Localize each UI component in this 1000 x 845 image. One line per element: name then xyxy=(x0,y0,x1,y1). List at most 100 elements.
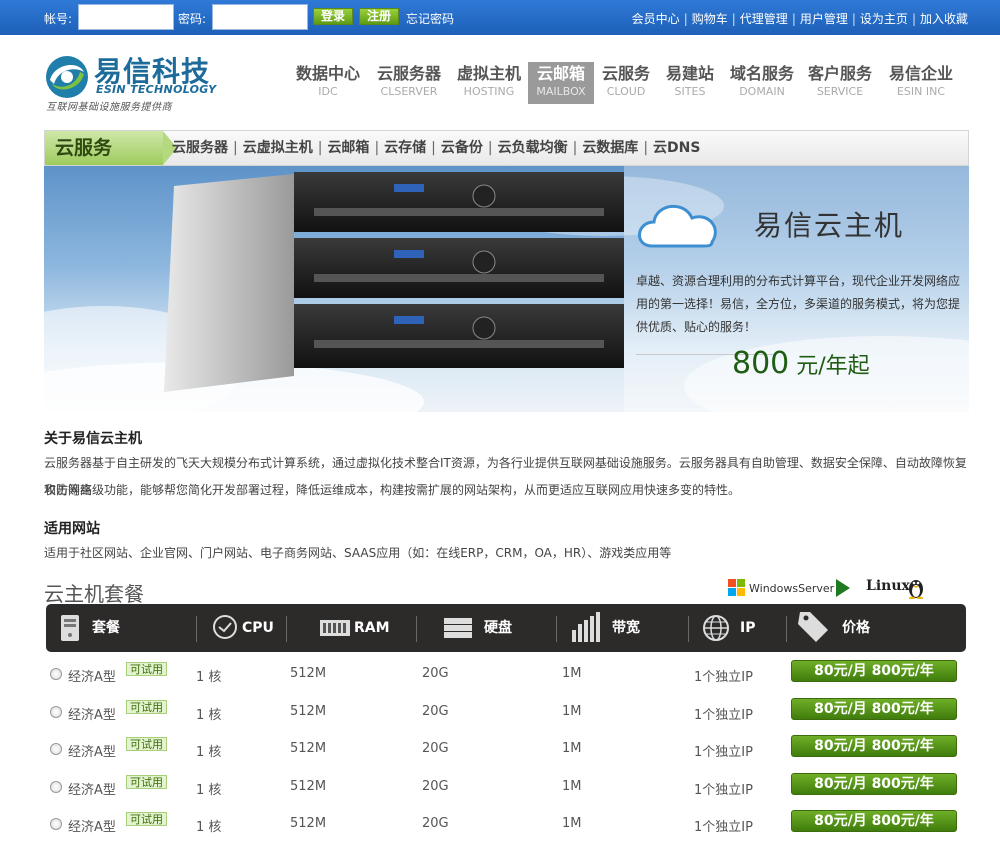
add-favorite-link[interactable]: 加入收藏 xyxy=(920,12,968,26)
nav-item-idc[interactable]: 数据中心 IDC xyxy=(290,62,366,104)
account-label: 帐号: xyxy=(44,12,73,26)
subnav-link-cloud-dns[interactable]: 云DNS xyxy=(653,140,700,156)
subnav-link-cloud-server[interactable]: 云服务器 xyxy=(172,140,228,156)
banner-description: 卓越、资源合理利用的分布式计算平台，现代企业开发网络应用的第一选择！易信，全方位… xyxy=(636,274,961,334)
package-price-button[interactable]: 80元/月 800元/年 xyxy=(791,735,957,757)
set-homepage-link[interactable]: 设为主页 xyxy=(860,12,908,26)
nav-item-domain[interactable]: 域名服务 DOMAIN xyxy=(726,62,798,104)
col-bandwidth: 带宽 xyxy=(572,604,672,652)
col-disk: 硬盘 xyxy=(444,604,544,652)
forgot-password-link[interactable]: 忘记密码 xyxy=(406,10,454,27)
top-bar: 帐号: 密码: 登录 注册 忘记密码 会员中心 | 购物车 | 代理管理 | 用户管理 | 设为… xyxy=(0,0,1000,35)
suitable-title: 适用网站 xyxy=(44,521,100,537)
subnav-link-cloud-lb[interactable]: 云负载均衡 xyxy=(498,140,568,156)
agent-admin-link[interactable]: 代理管理 xyxy=(740,12,788,26)
col-ram: RAM xyxy=(320,604,400,652)
price-tag-icon xyxy=(798,612,828,642)
package-disk: 20G xyxy=(422,816,449,831)
banner-title: 易信云主机 xyxy=(754,209,905,242)
package-bandwidth: 1M xyxy=(562,666,582,681)
package-ram: 512M xyxy=(290,741,327,756)
member-center-link[interactable]: 会员中心 xyxy=(632,12,680,26)
nav-item-esin-inc[interactable]: 易信企业 ESIN INC xyxy=(884,62,958,104)
logo-swirl-icon xyxy=(46,56,88,98)
globe-icon xyxy=(703,615,729,641)
package-radio[interactable] xyxy=(50,668,62,680)
package-ram: 512M xyxy=(290,666,327,681)
package-ip: 1个独立IP xyxy=(694,670,753,685)
package-cpu: 1 核 xyxy=(196,745,222,760)
package-ram: 512M xyxy=(290,704,327,719)
package-name: 经济A型 xyxy=(68,670,116,685)
package-radio[interactable] xyxy=(50,781,62,793)
package-name: 经济A型 xyxy=(68,745,116,760)
package-bandwidth: 1M xyxy=(562,816,582,831)
subnav-link-cloud-vhost[interactable]: 云虚拟主机 xyxy=(243,140,313,156)
package-cpu: 1 核 xyxy=(196,820,222,835)
package-ip: 1个独立IP xyxy=(694,708,753,723)
clock-gauge-icon xyxy=(213,615,237,639)
package-row: 经济A型 可试用 1 核 512M 20G 1M 1个独立IP 80元/月 80… xyxy=(46,806,966,844)
package-bandwidth: 1M xyxy=(562,704,582,719)
package-price-button[interactable]: 80元/月 800元/年 xyxy=(791,698,957,720)
account-input[interactable] xyxy=(78,4,174,30)
package-cpu: 1 核 xyxy=(196,783,222,798)
about-title: 关于易信云主机 xyxy=(44,431,142,447)
package-disk: 20G xyxy=(422,741,449,756)
package-price-button[interactable]: 80元/月 800元/年 xyxy=(791,773,957,795)
subnav-title: 云服务 xyxy=(45,131,163,165)
package-cpu: 1 核 xyxy=(196,670,222,685)
package-name: 经济A型 xyxy=(68,820,116,835)
logo-tagline: 互联网基础设施服务提供商 xyxy=(46,102,172,113)
subnav-link-cloud-mail[interactable]: 云邮箱 xyxy=(327,140,369,156)
package-bandwidth: 1M xyxy=(562,741,582,756)
package-price-button[interactable]: 80元/月 800元/年 xyxy=(791,660,957,682)
packages-title: 云主机套餐 xyxy=(44,582,144,606)
package-radio[interactable] xyxy=(50,706,62,718)
package-radio[interactable] xyxy=(50,743,62,755)
nav-item-sites[interactable]: 易建站 SITES xyxy=(662,62,718,104)
package-ip: 1个独立IP xyxy=(694,745,753,760)
banner-price: 800 元/年起 xyxy=(732,346,870,381)
tux-penguin-icon xyxy=(909,580,923,599)
trial-badge: 可试用 xyxy=(126,700,167,714)
windows-server-text: WindowsServer xyxy=(749,582,835,595)
package-disk: 20G xyxy=(422,704,449,719)
package-bandwidth: 1M xyxy=(562,779,582,794)
user-admin-link[interactable]: 用户管理 xyxy=(800,12,848,26)
nav-item-mailbox[interactable]: 云邮箱 MAILBOX xyxy=(528,62,594,104)
trial-badge: 可试用 xyxy=(126,737,167,751)
package-ip: 1个独立IP xyxy=(694,820,753,835)
nav-item-clserver[interactable]: 云服务器 CLSERVER xyxy=(372,62,446,104)
package-row: 经济A型 可试用 1 核 512M 20G 1M 1个独立IP 80元/月 80… xyxy=(46,731,966,769)
banner-price-number: 800 xyxy=(732,346,790,381)
nav-item-hosting[interactable]: 虚拟主机 HOSTING xyxy=(452,62,526,104)
register-button[interactable]: 注册 xyxy=(359,8,399,25)
package-disk: 20G xyxy=(422,779,449,794)
package-ip: 1个独立IP xyxy=(694,783,753,798)
subnav-link-cloud-backup[interactable]: 云备份 xyxy=(441,140,483,156)
about-line-2: 攻击等高级功能，能够帮您简化开发部署过程，降低运维成本，构建按需扩展的网站架构，… xyxy=(44,483,741,497)
package-ram: 512M xyxy=(290,779,327,794)
nav-item-cloud[interactable]: 云服务 CLOUD xyxy=(598,62,654,104)
package-price-button[interactable]: 80元/月 800元/年 xyxy=(791,810,957,832)
password-label: 密码: xyxy=(178,12,207,26)
package-name: 经济A型 xyxy=(68,708,116,723)
login-button[interactable]: 登录 xyxy=(313,8,353,25)
nav-item-service[interactable]: 客户服务 SERVICE xyxy=(806,62,874,104)
package-row: 经济A型 可试用 1 核 512M 20G 1M 1个独立IP 80元/月 80… xyxy=(46,694,966,732)
col-package: 套餐 xyxy=(58,604,198,652)
packages-table-header: 套餐 CPU RAM 硬盘 带宽 IP 价格 xyxy=(46,604,966,652)
linux-text: Linux xyxy=(866,578,910,594)
logo[interactable]: 易信科技 ESIN TECHNOLOGY 互联网基础设施服务提供商 xyxy=(44,52,224,113)
subnav-link-cloud-storage[interactable]: 云存储 xyxy=(384,140,426,156)
cart-link[interactable]: 购物车 xyxy=(692,12,728,26)
top-links: 会员中心 | 购物车 | 代理管理 | 用户管理 | 设为主页 | 加入收藏 xyxy=(631,12,968,26)
sub-nav: 云服务 云服务器 | 云虚拟主机 | 云邮箱 | 云存储 | 云备份 | 云负载均衡 | 云数据库 | 云D… xyxy=(44,130,969,166)
package-radio[interactable] xyxy=(50,818,62,830)
trial-badge: 可试用 xyxy=(126,775,167,789)
subnav-link-cloud-db[interactable]: 云数据库 xyxy=(582,140,638,156)
password-input[interactable] xyxy=(212,4,308,30)
trial-badge: 可试用 xyxy=(126,812,167,826)
package-ram: 512M xyxy=(290,816,327,831)
